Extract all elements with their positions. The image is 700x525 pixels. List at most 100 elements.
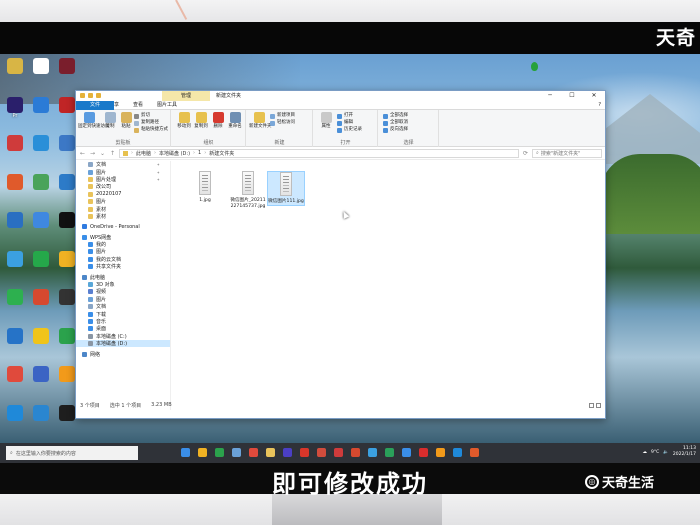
desktop-app-icon[interactable] xyxy=(2,289,28,305)
pin-icon[interactable]: ✦ xyxy=(157,162,160,167)
easy-access-button[interactable]: 轻松访问 xyxy=(270,120,295,126)
cut-button[interactable]: 剪切 xyxy=(134,113,150,119)
taskbar-app-icon[interactable] xyxy=(351,448,360,457)
tab-file[interactable]: 文件 xyxy=(76,101,114,110)
up-arrow-icon[interactable]: ↑ xyxy=(109,150,116,157)
volume-icon[interactable]: 🔈 xyxy=(663,450,669,455)
forward-arrow-icon[interactable]: → xyxy=(89,150,96,157)
minimize-button[interactable]: ─ xyxy=(539,91,561,101)
desktop-app-icon[interactable] xyxy=(2,404,28,421)
desktop-app-icon[interactable] xyxy=(28,96,54,113)
new-folder-icon[interactable] xyxy=(96,93,101,98)
taskbar-app-icon[interactable] xyxy=(232,448,241,457)
breadcrumb-this-pc[interactable]: 此电脑 xyxy=(136,150,151,157)
desktop-app-icon[interactable] xyxy=(2,250,28,267)
desktop-app-icon[interactable] xyxy=(28,289,54,305)
details-view-icon[interactable] xyxy=(589,402,594,408)
taskbar-app-icon[interactable] xyxy=(300,448,309,457)
taskbar-app-icon[interactable] xyxy=(385,448,394,457)
rename-button[interactable]: 重命名 xyxy=(225,112,245,129)
desktop-app-icon[interactable] xyxy=(28,327,54,344)
back-arrow-icon[interactable]: ← xyxy=(79,150,86,157)
nav-item[interactable]: 素材 xyxy=(76,205,170,213)
nav-item[interactable]: 20220107 xyxy=(76,191,170,198)
new-item-button[interactable]: 新建项目 xyxy=(270,113,295,119)
taskbar-app-icon[interactable] xyxy=(470,448,479,457)
desktop-app-icon[interactable] xyxy=(28,173,54,190)
select-none-button[interactable]: 全部取消 xyxy=(383,120,408,126)
breadcrumb-1[interactable]: 1 xyxy=(198,150,201,156)
clock[interactable]: 11:13 2022/1/17 xyxy=(673,446,696,458)
nav-item[interactable]: 改公司 xyxy=(76,183,170,190)
nav-item[interactable]: 图片 ✦ xyxy=(76,168,170,176)
nav-item[interactable]: 视频 xyxy=(76,288,170,295)
taskbar-app-icon[interactable] xyxy=(453,448,462,457)
nav-item[interactable]: 3D 对象 xyxy=(76,281,170,288)
taskbar-app-icon[interactable] xyxy=(198,448,207,457)
history-button[interactable]: 历史记录 xyxy=(337,127,362,133)
taskbar-app-icon[interactable] xyxy=(436,448,445,457)
taskbar-app-icon[interactable] xyxy=(334,448,343,457)
nav-item[interactable]: 文档 ✦ xyxy=(76,161,170,168)
edit-button[interactable]: 编辑 xyxy=(337,120,353,126)
help-icon[interactable]: ? xyxy=(598,102,601,108)
nav-item[interactable]: 共享文件夹 xyxy=(76,263,170,270)
address-bar[interactable]: › 此电脑 › 本地磁盘 (D:) › 1 › 新建文件夹 xyxy=(119,148,519,158)
nav-item[interactable]: 我的 xyxy=(76,241,170,248)
folder-icon[interactable] xyxy=(80,93,85,98)
maximize-button[interactable]: ☐ xyxy=(561,91,583,101)
refresh-icon[interactable]: ⟳ xyxy=(522,150,529,157)
pin-icon[interactable]: ✦ xyxy=(157,170,160,175)
taskbar-app-icon[interactable] xyxy=(249,448,258,457)
close-button[interactable]: ✕ xyxy=(583,91,605,101)
desktop-app-icon[interactable] xyxy=(2,212,28,228)
properties-icon[interactable] xyxy=(88,93,93,98)
nav-item[interactable]: 图片 xyxy=(76,198,170,205)
taskbar-app-icon[interactable] xyxy=(419,448,428,457)
recent-chevron-icon[interactable]: ⌄ xyxy=(99,150,106,157)
tab-picture-tools[interactable]: 图片工具 xyxy=(150,101,184,109)
taskbar-app-icon[interactable] xyxy=(266,448,275,457)
taskbar-app-icon[interactable] xyxy=(283,448,292,457)
nav-item[interactable]: 网络 xyxy=(76,350,170,358)
nav-item[interactable]: 素材 xyxy=(76,213,170,220)
nav-item[interactable]: 图片 xyxy=(76,296,170,303)
taskbar-search[interactable]: ⌕ 在这里输入你要搜索的内容 xyxy=(6,446,138,460)
nav-item[interactable]: 桌面 xyxy=(76,325,170,332)
taskbar-app-icon[interactable] xyxy=(317,448,326,457)
nav-item[interactable]: 我的云文档 xyxy=(76,256,170,263)
copy-path-button[interactable]: 复制路径 xyxy=(134,120,159,126)
nav-item[interactable]: 文档 xyxy=(76,303,170,310)
desktop-app-icon[interactable] xyxy=(2,327,28,344)
taskbar-app-icon[interactable] xyxy=(402,448,411,457)
desktop-app-icon[interactable] xyxy=(28,58,54,74)
breadcrumb-new-folder[interactable]: 新建文件夹 xyxy=(209,150,234,157)
desktop-app-icon[interactable]: Pr xyxy=(2,96,28,119)
nav-item[interactable]: 此电脑 xyxy=(76,273,170,281)
file-item[interactable]: 微信图片_20211227145737.jpg xyxy=(229,171,267,210)
breadcrumb-drive-d[interactable]: 本地磁盘 (D:) xyxy=(159,150,190,157)
context-tab-manage[interactable]: 管理 xyxy=(162,91,210,101)
desktop-app-icon[interactable] xyxy=(28,404,54,421)
paste-button[interactable]: 粘贴 xyxy=(116,112,136,129)
search-box[interactable]: ⌕ 搜索"新建文件夹" xyxy=(532,148,602,158)
taskbar-app-icon[interactable] xyxy=(181,448,190,457)
desktop-app-icon[interactable] xyxy=(2,58,28,74)
large-icons-view-icon[interactable] xyxy=(596,402,601,408)
invert-selection-button[interactable]: 反向选择 xyxy=(383,127,408,133)
nav-item[interactable]: 图片 xyxy=(76,248,170,255)
desktop-app-icon[interactable] xyxy=(2,173,28,190)
nav-item[interactable]: OneDrive - Personal xyxy=(76,223,170,230)
new-folder-button[interactable]: 新建文件夹 xyxy=(249,112,272,129)
desktop-app-icon[interactable] xyxy=(54,58,80,74)
file-item[interactable]: 1.jpg xyxy=(186,171,224,204)
desktop-app-icon[interactable] xyxy=(2,135,28,151)
taskbar-app-icon[interactable] xyxy=(368,448,377,457)
nav-item[interactable]: 图片处理 ✦ xyxy=(76,176,170,183)
pin-icon[interactable]: ✦ xyxy=(157,177,160,182)
properties-button[interactable]: 属性 xyxy=(316,112,336,129)
paste-shortcut-button[interactable]: 粘贴快捷方式 xyxy=(134,127,168,133)
desktop-app-icon[interactable] xyxy=(28,135,54,151)
desktop-app-icon[interactable] xyxy=(28,250,54,267)
desktop-app-icon[interactable] xyxy=(28,366,54,382)
